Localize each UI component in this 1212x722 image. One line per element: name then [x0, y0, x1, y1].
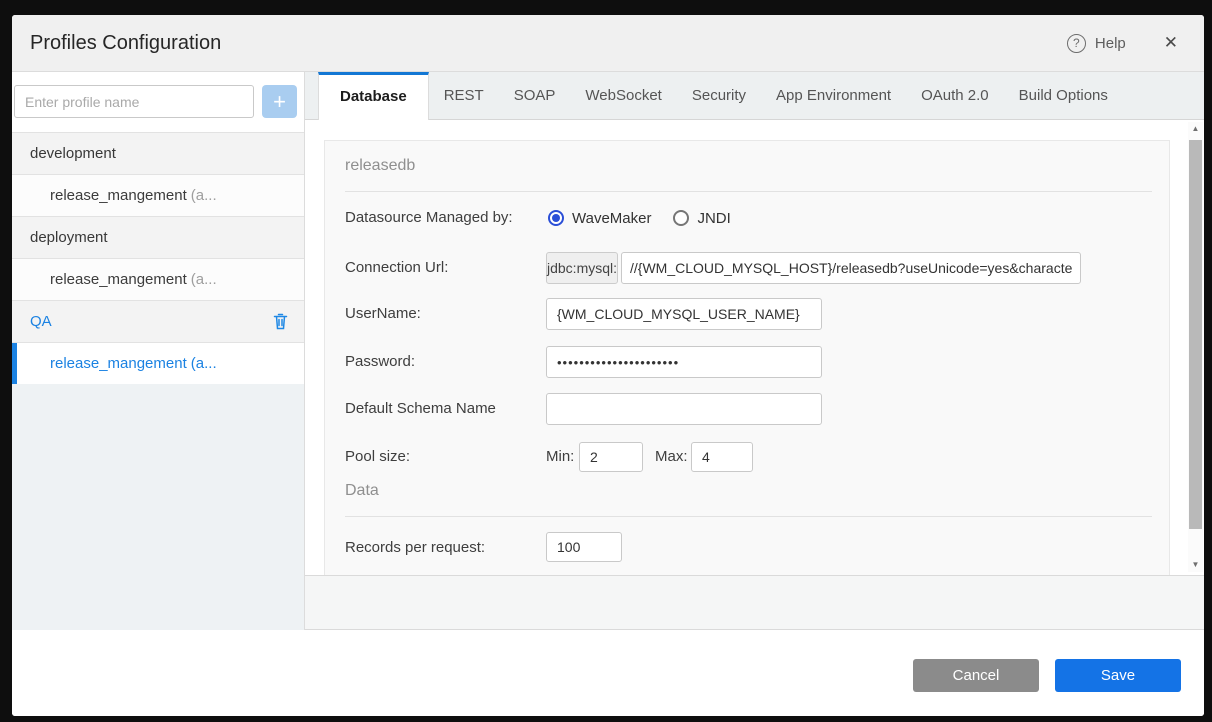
- radio-jndi-label: JNDI: [697, 209, 731, 227]
- add-profile-button[interactable]: +: [262, 85, 297, 118]
- profile-item-suffix: (a...: [190, 355, 217, 372]
- vertical-scrollbar: ▲ ▼: [1188, 122, 1203, 572]
- tab-app-environment[interactable]: App Environment: [761, 72, 906, 120]
- radio-wavemaker[interactable]: WaveMaker: [548, 210, 651, 227]
- trash-icon: [273, 313, 288, 333]
- password-label: Password:: [345, 353, 416, 370]
- records-per-request-label: Records per request:: [345, 539, 486, 556]
- profile-search-row: +: [12, 72, 304, 132]
- scroll-down-button[interactable]: ▼: [1188, 558, 1203, 572]
- dialog-header: Profiles Configuration ? Help ✕: [12, 15, 1204, 72]
- password-input[interactable]: [546, 346, 822, 378]
- profile-group-label: QA: [30, 313, 52, 330]
- sidebar-item-release-mangement-2[interactable]: release_mangement (a...: [12, 259, 304, 301]
- dialog-footer: Cancel Save: [12, 630, 1204, 716]
- header-actions: ? Help ✕: [1066, 33, 1178, 53]
- pool-max-input[interactable]: [691, 442, 753, 472]
- tab-rest[interactable]: REST: [429, 72, 499, 120]
- save-button[interactable]: Save: [1055, 659, 1181, 692]
- section-divider: [345, 191, 1152, 192]
- pool-max-label: Max:: [655, 448, 688, 465]
- sidebar-item-release-mangement-1[interactable]: release_mangement (a...: [12, 175, 304, 217]
- pool-min-input[interactable]: [579, 442, 643, 472]
- config-tabbar: Database REST SOAP WebSocket Security Ap…: [305, 72, 1204, 120]
- database-tab-content: releasedb Datasource Managed by: WaveMak…: [305, 120, 1204, 575]
- radio-wavemaker-label: WaveMaker: [572, 209, 652, 227]
- profile-list: development release_mangement (a... depl…: [12, 132, 304, 385]
- section-divider: [345, 516, 1152, 517]
- pool-size-label: Pool size:: [345, 448, 411, 465]
- profile-group-label: development: [30, 145, 116, 162]
- cancel-button[interactable]: Cancel: [913, 659, 1039, 692]
- radio-unselected-icon: [673, 210, 690, 226]
- datasource-radio-group: WaveMaker JNDI: [548, 202, 753, 234]
- username-label: UserName:: [345, 305, 421, 322]
- sidebar-empty-area: [12, 384, 304, 630]
- profile-name-input[interactable]: [14, 85, 254, 118]
- default-schema-input[interactable]: [546, 393, 822, 425]
- profiles-configuration-dialog: Profiles Configuration ? Help ✕ + develo…: [12, 15, 1204, 716]
- profiles-sidebar: + development release_mangement (a... de…: [12, 72, 305, 630]
- help-label[interactable]: Help: [1095, 35, 1126, 52]
- db-section-title: releasedb: [345, 157, 416, 174]
- tab-websocket[interactable]: WebSocket: [570, 72, 676, 120]
- default-schema-label: Default Schema Name: [345, 400, 496, 417]
- connection-url-label: Connection Url:: [345, 259, 449, 276]
- sidebar-item-development[interactable]: development: [12, 133, 304, 175]
- tab-database[interactable]: Database: [318, 72, 429, 120]
- sidebar-item-release-mangement-3[interactable]: release_mangement (a...: [12, 343, 304, 385]
- dialog-title: Profiles Configuration: [30, 31, 222, 54]
- help-icon[interactable]: ?: [1066, 33, 1086, 53]
- pool-min-label: Min:: [546, 448, 575, 465]
- profile-group-label: deployment: [30, 229, 108, 246]
- tab-build-options[interactable]: Build Options: [1004, 72, 1123, 120]
- radio-selected-icon: [548, 210, 564, 226]
- jdbc-prefix-addon: jdbc:mysql:: [546, 252, 618, 284]
- username-input[interactable]: [546, 298, 822, 330]
- tab-security[interactable]: Security: [677, 72, 761, 120]
- profile-item-label: release_mangement: [50, 355, 187, 372]
- releasedb-form-panel: releasedb Datasource Managed by: WaveMak…: [324, 140, 1170, 575]
- tab-oauth[interactable]: OAuth 2.0: [906, 72, 1004, 120]
- delete-profile-button[interactable]: [273, 313, 288, 333]
- profile-item-label: release_mangement: [50, 271, 187, 288]
- data-section-title: Data: [345, 482, 379, 499]
- tab-soap[interactable]: SOAP: [499, 72, 571, 120]
- profile-item-suffix: (a...: [190, 187, 217, 204]
- radio-jndi[interactable]: JNDI: [673, 209, 731, 227]
- profile-item-suffix: (a...: [190, 271, 217, 288]
- close-icon[interactable]: ✕: [1164, 33, 1178, 53]
- connection-url-input[interactable]: [621, 252, 1081, 284]
- content-footer-strip: [305, 575, 1204, 630]
- scroll-up-button[interactable]: ▲: [1188, 122, 1203, 136]
- profile-item-label: release_mangement: [50, 187, 187, 204]
- records-per-request-input[interactable]: [546, 532, 622, 562]
- sidebar-item-qa[interactable]: QA: [12, 301, 304, 343]
- datasource-label: Datasource Managed by:: [345, 209, 513, 226]
- sidebar-item-deployment[interactable]: deployment: [12, 217, 304, 259]
- scrollbar-thumb[interactable]: [1189, 140, 1202, 529]
